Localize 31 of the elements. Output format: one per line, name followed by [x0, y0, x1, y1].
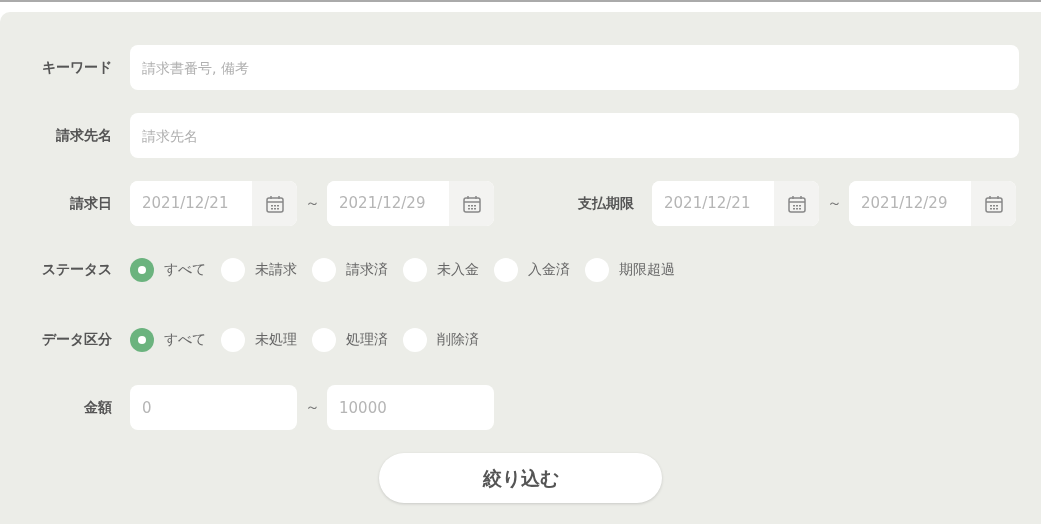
- radio-option[interactable]: 未入金: [403, 257, 479, 282]
- radio-option[interactable]: 請求済: [312, 257, 388, 282]
- radio-option[interactable]: 処理済: [312, 327, 388, 352]
- field-label: 金額: [84, 398, 112, 417]
- field-label: 請求日: [70, 194, 112, 213]
- field-label: キーワード: [42, 58, 112, 77]
- keyword-field[interactable]: 請求書番号, 備考: [130, 45, 1019, 90]
- field-label: 請求先名: [56, 126, 112, 145]
- field-label: 支払期限: [578, 194, 634, 213]
- radio-option[interactable]: すべて: [130, 257, 206, 282]
- amount-field[interactable]: 10000: [327, 385, 494, 430]
- radio-option[interactable]: 未請求: [221, 257, 297, 282]
- radio-option[interactable]: 削除済: [403, 327, 479, 352]
- field-label: データ区分: [42, 330, 112, 349]
- range-separator: ～: [825, 193, 843, 215]
- radio-option[interactable]: 期限超過: [585, 257, 675, 282]
- radio-button[interactable]: [130, 257, 154, 282]
- date-field[interactable]: 2021/12/21: [652, 181, 819, 226]
- range-separator: ～: [303, 193, 321, 215]
- date-field[interactable]: 2021/12/29: [849, 181, 1016, 226]
- radio-button[interactable]: [130, 327, 154, 352]
- client-name-field[interactable]: 請求先名: [130, 113, 1019, 158]
- date-field[interactable]: 2021/12/21: [130, 181, 297, 226]
- radio-option[interactable]: 未処理: [221, 327, 297, 352]
- radio-option[interactable]: 入金済: [494, 257, 570, 282]
- amount-field[interactable]: 0: [130, 385, 297, 430]
- field-label: ステータス: [42, 260, 112, 279]
- filter-button[interactable]: 絞り込む: [379, 453, 662, 503]
- radio-option[interactable]: すべて: [130, 327, 206, 352]
- date-field[interactable]: 2021/12/29: [327, 181, 494, 226]
- range-separator: ～: [303, 397, 321, 419]
